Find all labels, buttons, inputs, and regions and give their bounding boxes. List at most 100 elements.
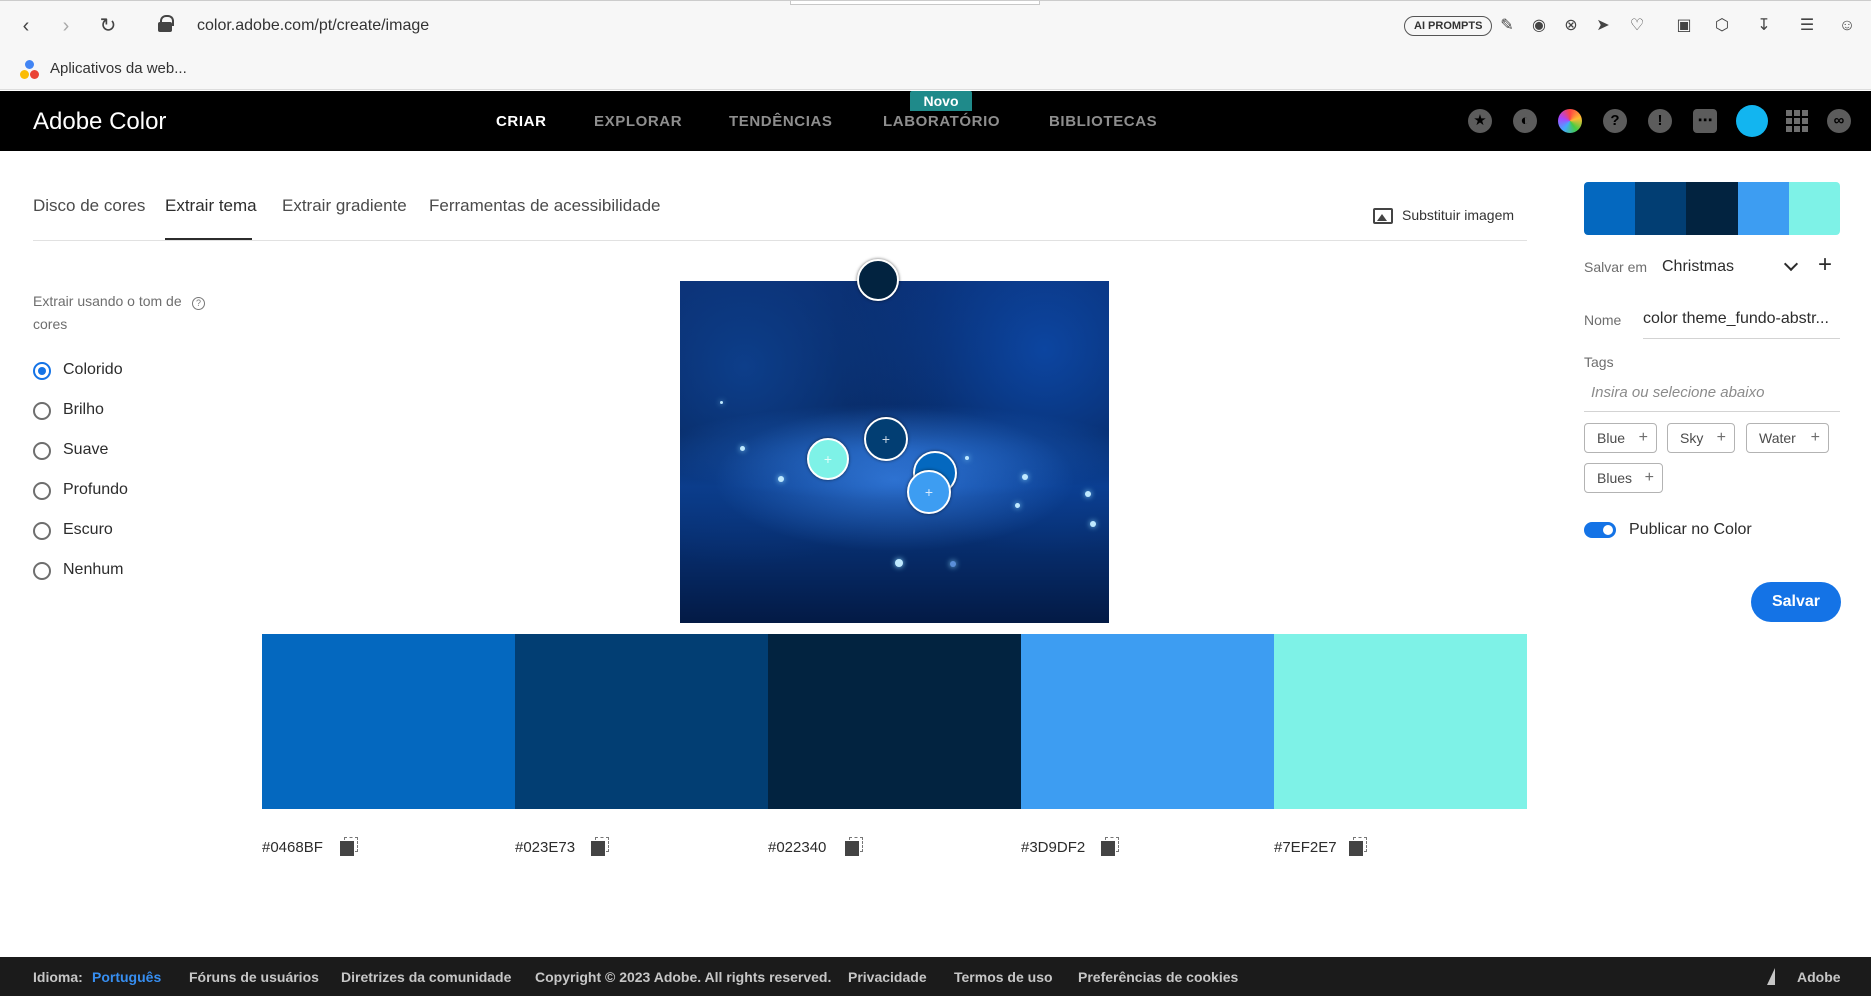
swatch-3[interactable] <box>768 634 1021 809</box>
radio-label: Nenhum <box>63 561 124 578</box>
copy-icon[interactable] <box>591 837 609 856</box>
footer-privacy-link[interactable]: Privacidade <box>848 969 927 985</box>
tag-chip-blue[interactable]: Blue + <box>1584 423 1657 453</box>
hex-value-4[interactable]: #3D9DF2 <box>1021 839 1085 856</box>
nav-explorar[interactable]: EXPLORAR <box>594 113 682 130</box>
sliders-icon[interactable]: ☰ <box>1797 16 1817 36</box>
nav-laboratorio[interactable]: LABORATÓRIO <box>883 113 1000 130</box>
nav-bibliotecas[interactable]: BIBLIOTECAS <box>1049 113 1157 130</box>
language-selector[interactable]: Português <box>92 969 161 985</box>
brand-logo[interactable]: Adobe Color <box>33 108 166 136</box>
apps-icon[interactable] <box>20 60 42 82</box>
apps-grid-icon[interactable] <box>1786 110 1808 132</box>
theme-name-input[interactable]: color theme_fundo-abstr... <box>1643 310 1829 328</box>
radio-label: Colorido <box>63 361 123 378</box>
color-picker-2[interactable]: + <box>864 417 908 461</box>
forward-arrow-icon[interactable]: › <box>54 14 78 38</box>
contrast-icon[interactable]: ◐ <box>1513 109 1537 133</box>
tab-disco-de-cores[interactable]: Disco de cores <box>33 196 145 216</box>
radio-indicator[interactable] <box>33 442 51 460</box>
swatch-5[interactable] <box>1274 634 1527 809</box>
light-dot <box>720 401 723 404</box>
copy-icon[interactable] <box>1101 837 1119 856</box>
nav-tendencias[interactable]: TENDÊNCIAS <box>729 113 833 130</box>
hex-value-3[interactable]: #022340 <box>768 839 826 856</box>
alert-icon[interactable]: ! <box>1648 109 1672 133</box>
download-icon[interactable]: ↧ <box>1754 16 1774 36</box>
radio-indicator[interactable] <box>33 522 51 540</box>
new-badge: Novo <box>910 91 972 111</box>
light-dot <box>965 456 969 460</box>
send-icon[interactable]: ➤ <box>1593 16 1613 36</box>
radio-label: Profundo <box>63 481 128 498</box>
hex-value-2[interactable]: #023E73 <box>515 839 575 856</box>
bookmark-web-apps[interactable]: Aplicativos da web... <box>50 60 187 77</box>
active-tab-indicator <box>165 238 252 240</box>
color-wheel-icon[interactable] <box>1558 109 1582 133</box>
add-library-button[interactable]: + <box>1818 253 1832 277</box>
back-arrow-icon[interactable]: ‹ <box>14 14 38 38</box>
tag-chip-sky[interactable]: Sky + <box>1667 423 1735 453</box>
radio-indicator[interactable] <box>33 482 51 500</box>
replace-image-button[interactable]: Substituir imagem <box>1402 207 1514 223</box>
footer-adobe[interactable]: Adobe <box>1797 969 1841 985</box>
help-icon[interactable]: ? <box>1603 109 1627 133</box>
help-circle-icon[interactable]: ? <box>192 297 205 310</box>
chat-icon[interactable]: ⋯ <box>1693 109 1717 133</box>
hex-value-1[interactable]: #0468BF <box>262 839 323 856</box>
publish-label: Publicar no Color <box>1629 521 1752 538</box>
plus-icon: + <box>1716 429 1726 446</box>
tab-extrair-gradiente[interactable]: Extrair gradiente <box>282 196 407 216</box>
tag-chip-water[interactable]: Water + <box>1746 423 1829 453</box>
tag-chip-blues[interactable]: Blues + <box>1584 463 1663 493</box>
heart-icon[interactable]: ♡ <box>1627 16 1647 36</box>
ai-prompts-button[interactable]: AI PROMPTS <box>1404 16 1493 36</box>
footer-guidelines-link[interactable]: Diretrizes da comunidade <box>341 969 511 985</box>
radio-indicator[interactable] <box>33 362 51 380</box>
copy-icon[interactable] <box>845 837 863 856</box>
plus-icon: + <box>1644 469 1654 486</box>
star-icon[interactable]: ★ <box>1468 109 1492 133</box>
tab-extrair-tema[interactable]: Extrair tema <box>165 196 257 216</box>
chevron-down-icon[interactable] <box>1783 256 1799 272</box>
reload-icon[interactable]: ↻ <box>96 14 120 38</box>
color-picker-1[interactable] <box>857 259 899 301</box>
swatch-2[interactable] <box>515 634 768 809</box>
edit-icon[interactable]: ✎ <box>1497 16 1517 36</box>
user-avatar[interactable] <box>1736 105 1768 137</box>
tags-underline <box>1584 411 1840 412</box>
footer-cookies-link[interactable]: Preferências de cookies <box>1078 969 1238 985</box>
color-picker-5[interactable]: + <box>907 470 951 514</box>
color-picker-3[interactable]: + <box>807 438 849 480</box>
chip-extension-icon[interactable]: ▣ <box>1674 16 1694 36</box>
light-dot <box>1090 521 1096 527</box>
save-button[interactable]: Salvar <box>1751 582 1841 622</box>
footer-terms-link[interactable]: Termos de uso <box>954 969 1053 985</box>
tabs-divider <box>33 240 1527 241</box>
tab-acessibilidade[interactable]: Ferramentas de acessibilidade <box>429 196 661 216</box>
hex-value-5[interactable]: #7EF2E7 <box>1274 839 1337 856</box>
lock-icon[interactable] <box>158 15 174 32</box>
tags-input[interactable]: Insira ou selecione abaixo <box>1591 384 1764 401</box>
tag-label: Blues <box>1597 470 1633 486</box>
profile-icon[interactable]: ☺ <box>1837 16 1857 36</box>
footer: Idioma: Português Fóruns de usuários Dir… <box>0 957 1871 996</box>
nav-criar[interactable]: CRIAR <box>496 113 547 130</box>
footer-forums-link[interactable]: Fóruns de usuários <box>189 969 319 985</box>
swatch-4[interactable] <box>1021 634 1274 809</box>
swatch-1[interactable] <box>262 634 515 809</box>
cube-icon[interactable]: ⬡ <box>1712 16 1732 36</box>
radio-indicator[interactable] <box>33 562 51 580</box>
copy-icon[interactable] <box>340 837 358 856</box>
image-icon[interactable] <box>1373 208 1393 224</box>
preview-swatch <box>1737 182 1789 235</box>
extract-mood-title: Extrair usando o tom de cores <box>33 293 182 332</box>
close-circle-icon[interactable]: ⊗ <box>1561 16 1581 36</box>
radio-indicator[interactable] <box>33 402 51 420</box>
camera-icon[interactable]: ◉ <box>1529 16 1549 36</box>
copy-icon[interactable] <box>1349 837 1367 856</box>
library-select[interactable]: Christmas <box>1662 258 1734 276</box>
creative-cloud-icon[interactable]: ∞ <box>1827 109 1851 133</box>
address-bar[interactable]: color.adobe.com/pt/create/image <box>197 17 429 35</box>
publish-toggle[interactable] <box>1584 522 1616 538</box>
